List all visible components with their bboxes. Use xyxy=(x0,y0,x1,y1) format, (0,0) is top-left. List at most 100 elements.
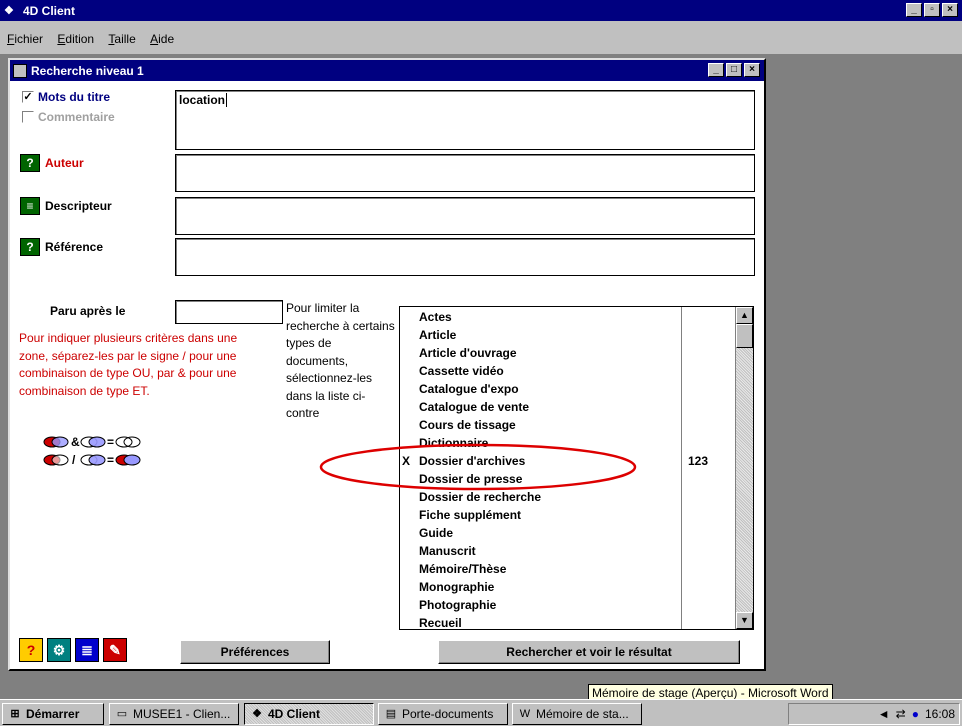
reference-label-group: ? Référence xyxy=(20,238,103,256)
menu-edition[interactable]: Edition xyxy=(57,32,94,46)
help-book-icon[interactable]: ? xyxy=(20,238,40,256)
list-item[interactable]: Fiche supplément xyxy=(400,506,734,524)
app-titlebar[interactable]: ❖ 4D Client _ ▫ × xyxy=(0,0,962,21)
app-icon: ❖ xyxy=(4,4,14,17)
dialog-minimize-button[interactable]: _ xyxy=(708,63,724,77)
menubar: Fichier Edition Taille Aide xyxy=(0,21,962,55)
briefcase-icon: ▤ xyxy=(385,708,397,720)
app-title: 4D Client xyxy=(23,3,76,18)
eq-sign: = xyxy=(107,453,114,467)
scroll-up-arrow-icon[interactable]: ▲ xyxy=(736,307,753,324)
settings-icon[interactable]: ⚙ xyxy=(47,638,71,662)
doc-type-name: Mémoire/Thèse xyxy=(419,562,507,576)
list-item[interactable]: Recueil xyxy=(400,614,734,629)
or-combination-icon: / = xyxy=(43,453,141,467)
list-item[interactable]: Article xyxy=(400,326,734,344)
doc-type-name: Catalogue de vente xyxy=(419,400,530,414)
doc-type-name: Cours de tissage xyxy=(419,418,516,432)
taskbar-item-label: 4D Client xyxy=(268,707,321,721)
highlight-oval xyxy=(319,443,637,491)
titre-input[interactable]: location xyxy=(175,90,755,150)
dialog-close-button[interactable]: × xyxy=(744,63,760,77)
taskbar-item-porte-documents[interactable]: ▤ Porte-documents xyxy=(378,703,508,725)
dialog-maximize-button[interactable]: □ xyxy=(726,63,742,77)
descripteur-label-group: ≡ Descripteur xyxy=(20,197,112,215)
titre-input-value: location xyxy=(179,93,226,107)
descripteur-input[interactable] xyxy=(175,197,755,235)
doc-type-scrollbar[interactable]: ▲ ▼ xyxy=(735,307,753,629)
windows-logo-icon: ⊞ xyxy=(10,708,20,720)
list-item[interactable]: Manuscrit xyxy=(400,542,734,560)
doc-type-count: 123 xyxy=(688,454,709,468)
search-dialog: Recherche niveau 1 _ □ × ✓ Mots du titre… xyxy=(8,58,766,671)
reference-input[interactable] xyxy=(175,238,755,276)
commentaire-checkbox[interactable]: Commentaire xyxy=(22,110,115,124)
taskbar-item-musee1[interactable]: ▭ MUSEE1 - Clien... xyxy=(109,703,239,725)
list-item[interactable]: Cassette vidéo xyxy=(400,362,734,380)
help-icon[interactable]: ? xyxy=(19,638,43,662)
taskbar-item-memoire[interactable]: W Mémoire de sta... xyxy=(512,703,642,725)
doc-type-name: Catalogue d'expo xyxy=(419,382,519,396)
list-item[interactable]: Catalogue de vente xyxy=(400,398,734,416)
list-item[interactable]: Mémoire/Thèse xyxy=(400,560,734,578)
dialog-icon xyxy=(13,63,27,78)
clock: 16:08 xyxy=(924,707,955,721)
eq-sign: = xyxy=(107,435,114,449)
taskbar: ⊞ Démarrer ▭ MUSEE1 - Clien... ❖ 4D Clie… xyxy=(0,699,962,726)
speaker-icon[interactable]: ◄ xyxy=(878,707,890,721)
close-button[interactable]: × xyxy=(942,3,958,17)
list-item[interactable]: Cours de tissage xyxy=(400,416,734,434)
checkbox-checked-icon: ✓ xyxy=(22,91,34,103)
list-item[interactable]: Catalogue d'expo xyxy=(400,380,734,398)
thesaurus-icon[interactable]: ≡ xyxy=(20,197,40,215)
taskbar-item-label: MUSEE1 - Clien... xyxy=(133,707,231,721)
menu-aide[interactable]: Aide xyxy=(150,32,174,46)
doc-type-name: Actes xyxy=(419,310,452,324)
system-tray: ◄ ⇄ ● 16:08 xyxy=(788,703,960,725)
scroll-thumb[interactable] xyxy=(736,324,753,348)
auteur-label-group: ? Auteur xyxy=(20,154,84,172)
paru-apres-label: Paru après le xyxy=(50,304,126,318)
start-button[interactable]: ⊞ Démarrer xyxy=(2,703,104,725)
restore-button[interactable]: ▫ xyxy=(924,3,940,17)
scroll-down-arrow-icon[interactable]: ▼ xyxy=(736,612,753,629)
menu-taille[interactable]: Taille xyxy=(108,32,135,46)
help-types-text: Pour limiter la recherche à certains typ… xyxy=(286,301,395,420)
list-item[interactable]: Photographie xyxy=(400,596,734,614)
doc-type-name: Photographie xyxy=(419,598,497,612)
taskbar-item-label: Mémoire de sta... xyxy=(536,707,629,721)
edit-icon[interactable]: ✎ xyxy=(103,638,127,662)
mots-du-titre-label: Mots du titre xyxy=(38,90,110,104)
help-criteria-text: Pour indiquer plusieurs critères dans un… xyxy=(19,331,238,398)
and-legend: & = xyxy=(42,432,172,450)
preferences-button[interactable]: Préférences xyxy=(180,640,330,664)
word-document-icon: W xyxy=(519,708,531,720)
paru-apres-input[interactable] xyxy=(175,300,283,324)
list-item[interactable]: Monographie xyxy=(400,578,734,596)
doc-type-name: Monographie xyxy=(419,580,495,594)
window-icon: ▭ xyxy=(116,708,128,720)
menu-fichier[interactable]: Fichier xyxy=(7,32,43,46)
descripteur-label: Descripteur xyxy=(45,199,112,213)
dialog-title: Recherche niveau 1 xyxy=(31,63,144,78)
network-icon[interactable]: ⇄ xyxy=(896,707,906,721)
list-item[interactable]: Actes xyxy=(400,308,734,326)
list-item[interactable]: Article d'ouvrage xyxy=(400,344,734,362)
mots-du-titre-checkbox[interactable]: ✓ Mots du titre xyxy=(22,90,110,104)
tray-app-icon[interactable]: ● xyxy=(912,707,919,721)
reference-label: Référence xyxy=(45,240,104,254)
dialog-titlebar[interactable]: Recherche niveau 1 _ □ × xyxy=(10,60,764,81)
doc-type-name: Manuscrit xyxy=(419,544,476,558)
minimize-button[interactable]: _ xyxy=(906,3,922,17)
doc-type-name: Article d'ouvrage xyxy=(419,346,517,360)
help-book-icon[interactable]: ? xyxy=(20,154,40,172)
search-button[interactable]: Rechercher et voir le résultat xyxy=(438,640,740,664)
list-icon[interactable]: ≣ xyxy=(75,638,99,662)
doc-type-name: Guide xyxy=(419,526,454,540)
list-item[interactable]: Guide xyxy=(400,524,734,542)
checkbox-unchecked-icon xyxy=(22,111,34,123)
boolean-legend: & = / = xyxy=(42,432,172,468)
taskbar-item-4d-client[interactable]: ❖ 4D Client xyxy=(244,703,374,725)
or-legend: / = xyxy=(42,450,172,468)
auteur-input[interactable] xyxy=(175,154,755,192)
